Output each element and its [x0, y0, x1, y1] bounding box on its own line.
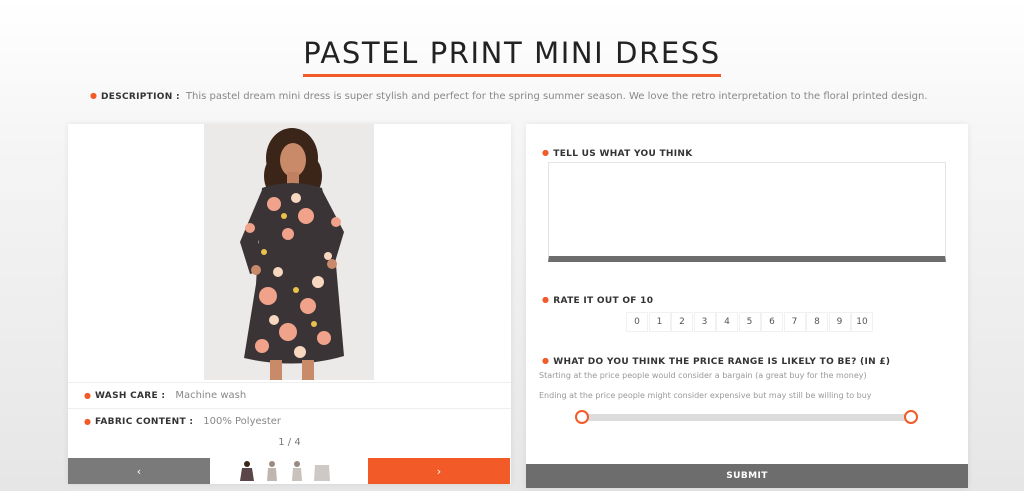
rating-option-6[interactable]: 6: [761, 312, 783, 332]
price-range-label: ● WHAT DO YOU THINK THE PRICE RANGE IS LI…: [542, 356, 890, 367]
feedback-panel: ● TELL US WHAT YOU THINK ● RATE IT OUT OF …: [526, 124, 968, 488]
rating-option-8[interactable]: 8: [806, 312, 828, 332]
rating-option-9[interactable]: 9: [828, 312, 851, 332]
rating-option-3[interactable]: 3: [693, 312, 716, 332]
rating-label-text: RATE IT OUT OF 10: [553, 296, 654, 306]
wash-care-row: ● WASH CARE : Machine wash: [68, 382, 511, 408]
rating-scale: 0 1 2 3 4 5 6 7 8 9 10: [626, 312, 874, 332]
description-row: ● DESCRIPTION : This pastel dream mini dre…: [90, 91, 928, 102]
description-label: DESCRIPTION :: [100, 92, 180, 102]
rating-option-7[interactable]: 7: [783, 312, 806, 332]
model-image: [204, 124, 374, 380]
rating-option-0[interactable]: 0: [626, 312, 648, 332]
fabric-content-label: FABRIC CONTENT :: [94, 416, 194, 427]
price-slider-min-handle[interactable]: [575, 410, 589, 424]
submit-button[interactable]: SUBMIT: [526, 464, 968, 488]
description-text: This pastel dream mini dress is super st…: [185, 91, 928, 102]
bullet-icon: ●: [84, 391, 91, 400]
image-nav: ‹ ›: [68, 458, 511, 484]
thumbnail-strip: [236, 458, 336, 484]
bullet-icon: ●: [542, 148, 550, 157]
bargain-hint: Starting at the price people would consi…: [539, 371, 867, 380]
rating-option-1[interactable]: 1: [648, 312, 671, 332]
image-pager: 1 / 4: [278, 437, 301, 448]
rating-option-5[interactable]: 5: [738, 312, 761, 332]
thumbnail-3[interactable]: [286, 459, 308, 483]
rating-option-4[interactable]: 4: [716, 312, 738, 332]
product-panel: ● WASH CARE : Machine wash ● FABRIC CONT…: [68, 124, 511, 484]
rating-option-10[interactable]: 10: [851, 312, 873, 332]
bullet-icon: ●: [542, 295, 550, 304]
price-range-label-text: WHAT DO YOU THINK THE PRICE RANGE IS LIK…: [553, 357, 891, 367]
feedback-label-text: TELL US WHAT YOU THINK: [553, 149, 693, 159]
next-image-button[interactable]: ›: [368, 458, 510, 484]
chevron-right-icon: ›: [436, 464, 442, 478]
bullet-icon: ●: [90, 91, 97, 100]
bullet-icon: ●: [542, 356, 550, 365]
prev-image-button[interactable]: ‹: [68, 458, 210, 484]
rating-label: ● RATE IT OUT OF 10: [542, 295, 653, 306]
chevron-left-icon: ‹: [136, 464, 142, 478]
thumbnail-2[interactable]: [261, 459, 283, 483]
expensive-hint: Ending at the price people might conside…: [539, 391, 872, 400]
rating-option-2[interactable]: 2: [671, 312, 693, 332]
thumbnail-1[interactable]: [236, 459, 258, 483]
fabric-content-value: 100% Polyester: [203, 416, 282, 427]
thumbnail-4[interactable]: [311, 459, 333, 483]
page-header: PASTEL PRINT MINI DRESS: [0, 36, 1024, 77]
bullet-icon: ●: [84, 417, 91, 426]
page-title: PASTEL PRINT MINI DRESS: [303, 36, 721, 77]
wash-care-label: WASH CARE :: [94, 390, 166, 401]
product-photo: [204, 124, 374, 380]
price-slider-track[interactable]: [583, 414, 911, 421]
feedback-label: ● TELL US WHAT YOU THINK: [542, 148, 693, 159]
fabric-content-row: ● FABRIC CONTENT : 100% Polyester: [68, 408, 511, 434]
wash-care-value: Machine wash: [175, 390, 247, 401]
feedback-textarea[interactable]: [548, 162, 946, 262]
price-slider-max-handle[interactable]: [904, 410, 918, 424]
